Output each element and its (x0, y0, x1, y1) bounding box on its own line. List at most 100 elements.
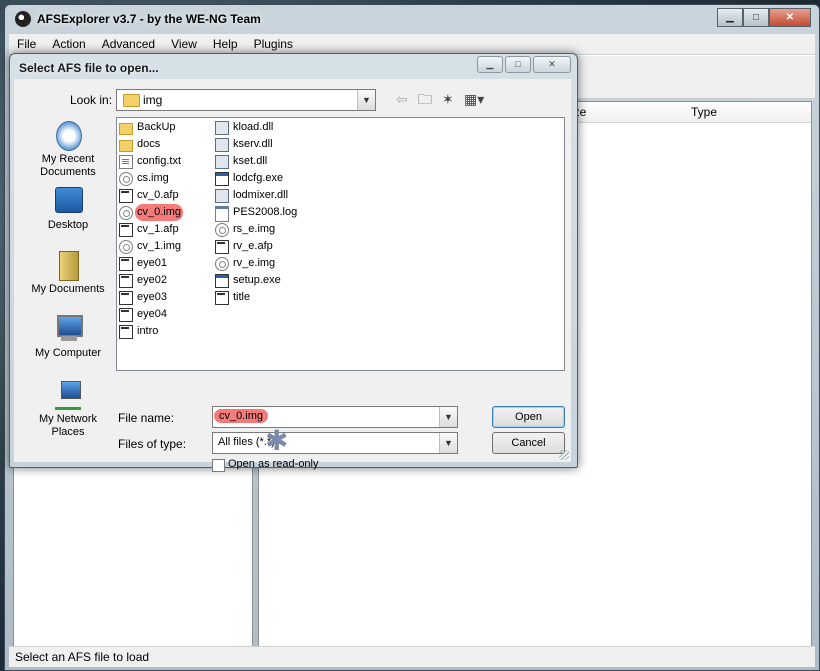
file-item-label: cv_0.img (135, 204, 184, 221)
dialog-body: Look in: img ▼ ⇦ 🗀 ✶ ▦▾ My Recent Docume… (14, 79, 571, 472)
app-icon (15, 11, 31, 27)
close-icon[interactable]: ✕ (769, 8, 811, 27)
column-type[interactable]: Type (691, 105, 717, 119)
place-recent-documents[interactable]: My Recent Documents (20, 119, 116, 179)
file-dll-icon (215, 155, 229, 169)
file-item-label: PES2008.log (233, 206, 298, 218)
view-menu-icon[interactable]: ▦▾ (464, 91, 484, 107)
file-item-label: lodmixer.dll (233, 189, 289, 201)
file-afp-icon (119, 189, 133, 203)
file-name-field[interactable]: cv_0.img ▼ (212, 406, 458, 428)
open-button[interactable]: Open (492, 406, 565, 428)
file-item-label: kset.dll (233, 155, 268, 167)
my-computer-icon (51, 313, 85, 345)
files-of-type-label: Files of type: (118, 437, 187, 451)
look-in-dropdown[interactable]: img ▼ (116, 89, 376, 111)
file-exe-icon (215, 172, 229, 186)
main-titlebar[interactable]: AFSExplorer v3.7 - by the WE-NG Team ▁ □… (5, 5, 819, 33)
back-arrow-icon[interactable]: ⇦ (396, 91, 408, 107)
place-my-computer[interactable]: My Computer (20, 313, 116, 360)
folder-icon (123, 94, 140, 107)
place-label-line2: Places (51, 426, 85, 438)
place-label-line1: My Computer (34, 347, 102, 359)
file-folder-icon (119, 123, 133, 135)
open-file-dialog: Select AFS file to open... ▁ □ ✕ Look in… (9, 53, 578, 472)
dialog-window-buttons: ▁ □ ✕ (477, 56, 571, 73)
menu-action[interactable]: Action (44, 34, 93, 54)
new-folder-icon[interactable]: ✶ (442, 91, 454, 107)
file-afp-icon (215, 291, 229, 305)
chevron-down-icon[interactable]: ▼ (439, 433, 457, 453)
place-label-line2: Documents (40, 166, 96, 178)
file-item-label: rv_e.img (233, 257, 276, 269)
file-afp-icon (215, 240, 229, 254)
place-my-documents[interactable]: My Documents (20, 249, 116, 296)
maximize-icon[interactable]: □ (743, 8, 769, 27)
chevron-down-icon[interactable]: ▼ (357, 90, 375, 110)
file-item-label: title (233, 291, 251, 303)
place-network[interactable]: My Network Places (20, 379, 116, 439)
file-item-label: cv_0.afp (137, 189, 179, 201)
file-item-label: eye01 (137, 257, 167, 269)
file-afp-icon (119, 223, 133, 237)
status-bar: Select an AFS file to load (9, 646, 815, 667)
file-list[interactable]: BackUp docs config.txt cs.img cv_0.afp cv_0.i… (116, 117, 565, 371)
file-item-label: eye03 (137, 291, 167, 303)
menu-bar: File Action Advanced View Help Plugins (9, 34, 815, 54)
file-item-label: rv_e.afp (233, 240, 273, 252)
file-item-label: eye02 (137, 274, 167, 286)
file-afp-icon (119, 325, 133, 339)
read-only-checkbox[interactable] (212, 459, 225, 472)
up-folder-icon[interactable]: 🗀 (418, 91, 432, 107)
file-name-value: cv_0.img (214, 409, 269, 423)
look-in-label: Look in: (70, 93, 113, 107)
menu-view[interactable]: View (163, 34, 205, 54)
desktop-icon (51, 185, 85, 217)
file-item-label: setup.exe (233, 274, 281, 286)
files-of-type-dropdown[interactable]: All files (*.*) ✱ ▼ (212, 427, 458, 455)
place-label-line1: My Documents (31, 283, 105, 295)
dialog-close-icon[interactable]: ✕ (533, 56, 571, 73)
cancel-button[interactable]: Cancel (492, 432, 565, 454)
file-item-label: kserv.dll (233, 138, 273, 150)
file-img-icon (119, 172, 133, 186)
file-item-label: intro (137, 325, 159, 337)
file-exe-icon (215, 274, 229, 288)
place-label-line1: Desktop (47, 219, 89, 231)
file-img-icon (119, 206, 133, 220)
file-item-label: rs_e.img (233, 223, 276, 235)
main-window-buttons: ▁ □ ✕ (717, 8, 811, 27)
file-dll-icon (215, 189, 229, 203)
file-item-label: kload.dll (233, 121, 274, 133)
file-img-icon (215, 223, 229, 237)
dialog-maximize-icon[interactable]: □ (505, 56, 531, 73)
file-folder-icon (119, 140, 133, 152)
resize-grip-icon[interactable] (559, 450, 569, 460)
file-item-label: docs (137, 138, 161, 150)
dialog-minimize-icon[interactable]: ▁ (477, 56, 503, 73)
file-name-label: File name: (118, 411, 175, 425)
minimize-icon[interactable]: ▁ (717, 8, 743, 27)
status-text: Select an AFS file to load (15, 650, 150, 664)
main-window-title: AFSExplorer v3.7 - by the WE-NG Team (37, 12, 261, 26)
file-dll-icon (215, 121, 229, 135)
menu-help[interactable]: Help (205, 34, 246, 54)
file-afp-icon (119, 308, 133, 322)
file-doc-icon (119, 155, 133, 169)
file-item-label: config.txt (137, 155, 182, 167)
menu-plugins[interactable]: Plugins (246, 34, 301, 54)
menu-file[interactable]: File (9, 34, 44, 54)
menu-advanced[interactable]: Advanced (94, 34, 163, 54)
file-item-label: cs.img (137, 172, 169, 184)
file-dll-icon (215, 138, 229, 152)
file-afp-icon (119, 291, 133, 305)
chevron-down-icon[interactable]: ▼ (439, 407, 457, 427)
look-in-value: img (143, 93, 163, 107)
place-label-line1: My Recent (41, 153, 95, 165)
read-only-label[interactable]: Open as read-only (228, 458, 319, 470)
place-desktop[interactable]: Desktop (20, 185, 116, 232)
file-img-icon (215, 257, 229, 271)
dialog-title: Select AFS file to open... (19, 61, 159, 75)
cursor-sparkle-icon: ✱ (265, 425, 289, 456)
file-item-label: eye04 (137, 308, 167, 320)
